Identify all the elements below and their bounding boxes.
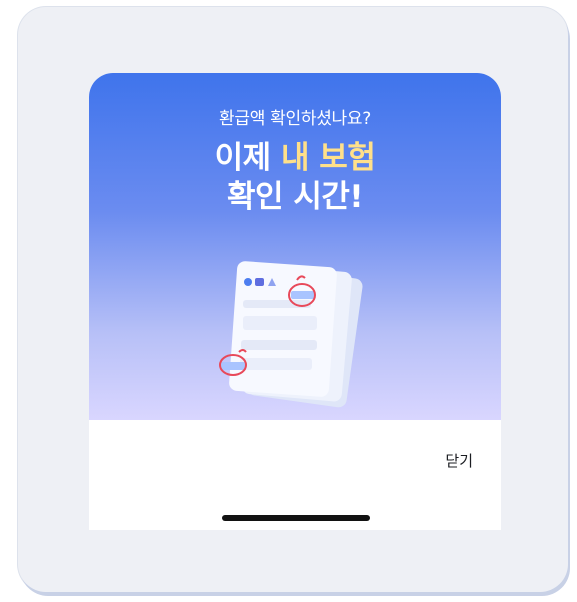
headline-highlight: 내 보험 (280, 140, 376, 176)
home-indicator (222, 515, 370, 521)
promo-modal: 환급액 확인하셨나요? 이제 내 보험 확인 시간! 닫기 (89, 73, 501, 530)
modal-footer: 닫기 (89, 420, 501, 530)
headline-line-2: 확인 시간! (226, 179, 364, 215)
promo-subtitle: 환급액 확인하셨나요? (219, 109, 371, 129)
close-button[interactable]: 닫기 (443, 446, 475, 475)
promo-headline: 이제 내 보험 확인 시간! (89, 139, 501, 217)
promo-banner: 환급액 확인하셨나요? 이제 내 보험 확인 시간! (89, 73, 501, 420)
headline-text: 이제 (214, 140, 281, 176)
headline-line-1: 이제 내 보험 (89, 139, 501, 178)
insurance-documents-icon (219, 261, 363, 408)
